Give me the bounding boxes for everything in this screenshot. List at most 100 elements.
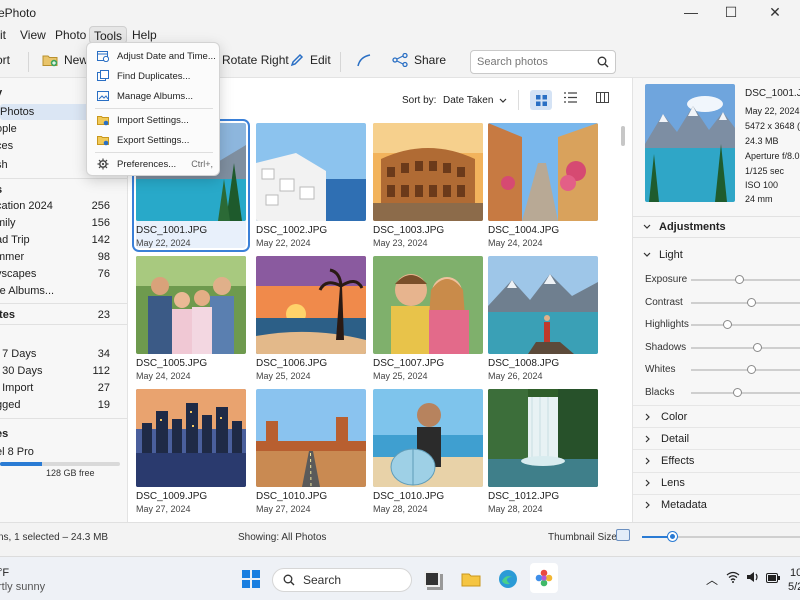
grid-view-button[interactable] bbox=[530, 90, 552, 110]
wifi-icon[interactable] bbox=[726, 571, 740, 586]
photo-thumbnail[interactable]: DSC_1009.JPG May 27, 2024 bbox=[136, 389, 246, 514]
adjustment-slider-knob[interactable] bbox=[747, 365, 756, 375]
rotate-right-label: Rotate Right bbox=[222, 53, 289, 67]
taskbar-search[interactable]: Search bbox=[272, 568, 412, 592]
search-icon bbox=[597, 56, 609, 68]
adjustment-section-header[interactable]: Effects bbox=[633, 449, 800, 471]
maximize-button[interactable]: ☐ bbox=[716, 2, 746, 22]
clock-date[interactable]: 5/2 bbox=[788, 581, 800, 593]
menu-item-import-settings[interactable]: Import Settings... bbox=[91, 111, 217, 129]
photo-thumbnail[interactable]: DSC_1002.JPG May 22, 2024 bbox=[256, 123, 366, 248]
adjustments-header[interactable]: Adjustments bbox=[633, 216, 800, 238]
adjustment-slider-knob[interactable] bbox=[753, 342, 762, 352]
adjustment-section-header[interactable]: Detail bbox=[633, 427, 800, 449]
photo-filename: DSC_1012.JPG bbox=[488, 491, 560, 502]
adjustment-slider-track[interactable] bbox=[691, 369, 800, 372]
sidebar-favorites[interactable]: ites 23 bbox=[0, 307, 114, 323]
photo-thumbnail[interactable]: DSC_1005.JPG May 24, 2024 bbox=[136, 256, 246, 381]
smart-count: 112 bbox=[92, 365, 110, 377]
curve-icon bbox=[357, 54, 371, 67]
sidebar-albums-heading: s bbox=[0, 184, 2, 196]
detail-resolution: 5472 x 3648 (19. bbox=[745, 121, 800, 131]
sidebar-album-vacation[interactable]: cation 2024 256 bbox=[0, 198, 114, 214]
smart-label: t 30 Days bbox=[0, 365, 43, 377]
edit-button[interactable]: Edit bbox=[290, 53, 331, 67]
sidebar-album-road-trip[interactable]: ad Trip 142 bbox=[0, 232, 114, 248]
sidebar-album-skyscapes[interactable]: yscapes 76 bbox=[0, 266, 114, 282]
photo-thumbnail[interactable]: DSC_1007.JPG May 25, 2024 bbox=[373, 256, 483, 381]
favorites-label: ites bbox=[0, 309, 15, 321]
grid-scrollbar[interactable] bbox=[621, 126, 625, 146]
photo-date: May 24, 2024 bbox=[488, 238, 543, 248]
adjustment-slider-track[interactable] bbox=[691, 392, 800, 394]
adjustment-slider-knob[interactable] bbox=[723, 320, 732, 330]
rotate-right-button[interactable]: Rotate Right bbox=[222, 53, 289, 67]
sidebar-smart-last-30[interactable]: t 30 Days 112 bbox=[0, 363, 114, 379]
photo-thumbnail[interactable]: DSC_1010.JPG May 28, 2024 bbox=[373, 389, 483, 514]
sidebar-smart-last-import[interactable]: t Import 27 bbox=[0, 380, 114, 396]
photo-thumbnail[interactable]: DSC_1012.JPG May 28, 2024 bbox=[488, 389, 598, 514]
minimize-button[interactable]: — bbox=[676, 2, 706, 22]
sidebar-more-albums[interactable]: re Albums... bbox=[0, 283, 114, 299]
menu-item-adjust-date[interactable]: Adjust Date and Time... bbox=[91, 47, 217, 65]
adjustment-slider-knob[interactable] bbox=[732, 388, 742, 397]
menu-photo[interactable]: Photo bbox=[51, 26, 90, 44]
columns-view-button[interactable] bbox=[596, 92, 609, 106]
sidebar-smart-flagged[interactable]: gged 19 bbox=[0, 397, 114, 413]
adjustment-slider-track[interactable] bbox=[691, 301, 800, 304]
task-view-icon[interactable] bbox=[424, 571, 440, 587]
sidebar-divider bbox=[0, 324, 127, 325]
adjustment-section-header[interactable]: Metadata bbox=[633, 493, 800, 516]
photo-thumbnail[interactable]: DSC_1003.JPG May 23, 2024 bbox=[373, 123, 483, 248]
photo-thumbnail[interactable]: DSC_1008.JPG May 26, 2024 bbox=[488, 256, 598, 381]
import-button[interactable]: ort bbox=[0, 53, 10, 67]
menu-edit[interactable]: it bbox=[0, 26, 10, 44]
tray-overflow-icon[interactable]: ︿ bbox=[706, 571, 718, 588]
adjustment-section-header[interactable]: Color bbox=[633, 405, 800, 427]
sort-dropdown[interactable]: Date Taken bbox=[443, 95, 507, 106]
sidebar-smart-last-7[interactable]: t 7 Days 34 bbox=[0, 346, 114, 362]
adjustment-slider-knob[interactable] bbox=[747, 297, 756, 307]
search-input[interactable]: Search photos bbox=[470, 50, 616, 74]
thumbnail-size-knob[interactable] bbox=[667, 532, 677, 541]
close-button[interactable]: ✕ bbox=[760, 2, 790, 22]
section-label: Lens bbox=[661, 477, 685, 490]
sidebar-device[interactable]: el 8 Pro bbox=[0, 444, 114, 460]
edge-browser-button[interactable] bbox=[498, 569, 518, 592]
menu-item-export-settings[interactable]: Export Settings... bbox=[91, 131, 217, 149]
adjustment-slider-track[interactable] bbox=[691, 324, 800, 327]
list-view-button[interactable] bbox=[564, 92, 577, 106]
volume-icon[interactable] bbox=[746, 571, 760, 586]
menu-item-manage-albums[interactable]: Manage Albums... bbox=[91, 87, 217, 105]
adjustment-slider-track[interactable] bbox=[691, 279, 800, 281]
preview-image bbox=[645, 84, 735, 202]
photo-thumbnail[interactable]: DSC_1004.JPG May 24, 2024 bbox=[488, 123, 598, 248]
file-explorer-button[interactable] bbox=[461, 571, 481, 590]
photo-thumbnail[interactable]: DSC_1006.JPG May 25, 2024 bbox=[256, 256, 366, 381]
battery-icon[interactable] bbox=[766, 572, 780, 586]
photo-date: May 25, 2024 bbox=[256, 371, 311, 381]
smart-count: 34 bbox=[97, 348, 110, 360]
menu-view[interactable]: View bbox=[16, 26, 50, 44]
toolbar-divider bbox=[28, 52, 29, 72]
adjustment-slider-knob[interactable] bbox=[735, 275, 744, 284]
share-button[interactable]: Share bbox=[392, 53, 446, 67]
photo-thumbnail[interactable]: DSC_1010.JPG May 27, 2024 bbox=[256, 389, 366, 514]
sidebar-album-summer[interactable]: mmer 98 bbox=[0, 249, 114, 265]
clock-time[interactable]: 10 bbox=[790, 567, 800, 579]
photos-app-button[interactable] bbox=[530, 563, 558, 593]
light-title: Light bbox=[659, 249, 683, 261]
menu-item-preferences[interactable]: Preferences... Ctrl+, bbox=[91, 155, 217, 173]
adjustment-section-header[interactable]: Lens bbox=[633, 471, 800, 494]
adjustment-slider-track[interactable] bbox=[691, 346, 800, 349]
adjustment-label: Shadows bbox=[645, 341, 687, 353]
start-button[interactable] bbox=[242, 570, 260, 591]
sidebar-album-family[interactable]: mily 156 bbox=[0, 215, 114, 231]
light-section-header[interactable]: Light bbox=[633, 244, 800, 266]
thumbnail-size-slider[interactable] bbox=[642, 532, 800, 541]
menu-item-find-duplicates[interactable]: Find Duplicates... bbox=[91, 67, 217, 85]
photo-image bbox=[256, 389, 366, 487]
photo-image bbox=[488, 123, 598, 221]
crop-tool-button[interactable] bbox=[356, 53, 372, 67]
sortbar-divider bbox=[518, 90, 519, 110]
